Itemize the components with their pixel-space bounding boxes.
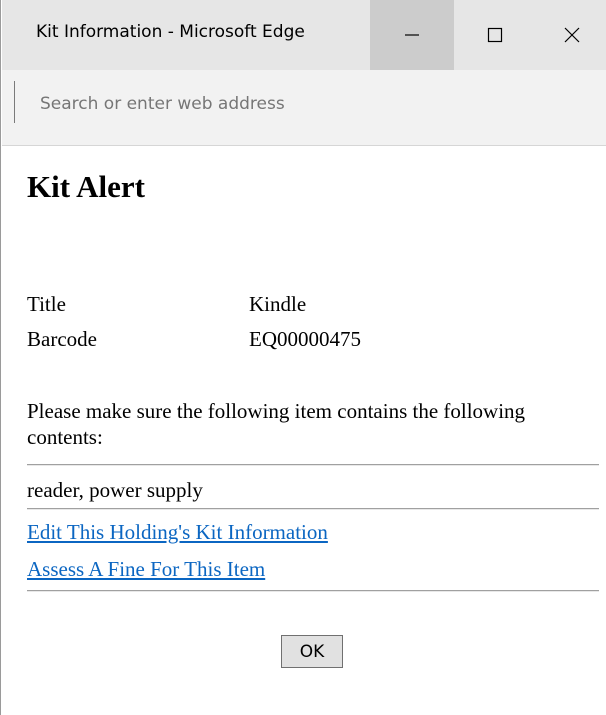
edit-kit-link[interactable]: Edit This Holding's Kit Information: [27, 520, 328, 545]
maximize-icon: [487, 27, 503, 43]
address-input[interactable]: [24, 84, 600, 124]
ok-button[interactable]: OK: [281, 635, 343, 668]
close-icon: [564, 27, 579, 43]
maximize-button[interactable]: [454, 0, 536, 70]
window-title: Kit Information - Microsoft Edge: [36, 22, 305, 42]
info-value: Kindle: [249, 292, 307, 316]
assess-fine-link[interactable]: Assess A Fine For This Item: [27, 557, 265, 582]
divider: [27, 508, 599, 510]
info-label: Barcode: [27, 327, 97, 351]
browser-window: Kit Information - Microsoft Edge Kit Ale…: [0, 0, 606, 715]
title-bar: Kit Information - Microsoft Edge: [2, 0, 606, 70]
page-title: Kit Alert: [27, 169, 145, 204]
info-value: EQ00000475: [249, 327, 361, 351]
close-button[interactable]: [536, 0, 606, 70]
divider: [27, 590, 599, 592]
info-label: Title: [27, 292, 66, 316]
address-bar: [2, 70, 606, 146]
minimize-button[interactable]: [370, 0, 454, 70]
divider: [27, 464, 599, 466]
kit-message: Please make sure the following item cont…: [27, 399, 526, 449]
address-bar-divider: [14, 81, 15, 123]
kit-contents: reader, power supply: [27, 478, 203, 502]
minimize-icon: [405, 34, 419, 36]
